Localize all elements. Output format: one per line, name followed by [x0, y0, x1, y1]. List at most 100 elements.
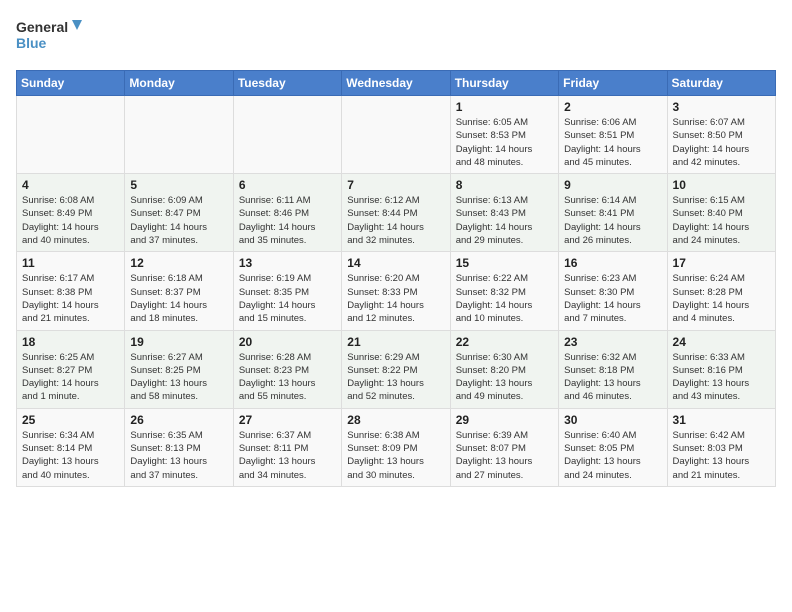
- day-number: 11: [22, 256, 119, 270]
- day-header-tuesday: Tuesday: [233, 71, 341, 96]
- calendar-cell: 3 Sunrise: 6:07 AM Sunset: 8:50 PM Daylig…: [667, 96, 775, 174]
- day-info: Sunrise: 6:11 AM Sunset: 8:46 PM Dayligh…: [239, 194, 336, 247]
- day-number: 1: [456, 100, 553, 114]
- day-number: 7: [347, 178, 444, 192]
- day-number: 6: [239, 178, 336, 192]
- svg-text:Blue: Blue: [16, 35, 47, 51]
- day-number: 10: [673, 178, 770, 192]
- day-info: Sunrise: 6:33 AM Sunset: 8:16 PM Dayligh…: [673, 351, 770, 404]
- day-number: 2: [564, 100, 661, 114]
- day-header-sunday: Sunday: [17, 71, 125, 96]
- calendar-cell: 16 Sunrise: 6:23 AM Sunset: 8:30 PM Dayli…: [559, 252, 667, 330]
- page-header: General Blue: [16, 16, 776, 58]
- day-info: Sunrise: 6:14 AM Sunset: 8:41 PM Dayligh…: [564, 194, 661, 247]
- day-info: Sunrise: 6:35 AM Sunset: 8:13 PM Dayligh…: [130, 429, 227, 482]
- day-info: Sunrise: 6:07 AM Sunset: 8:50 PM Dayligh…: [673, 116, 770, 169]
- day-info: Sunrise: 6:08 AM Sunset: 8:49 PM Dayligh…: [22, 194, 119, 247]
- day-info: Sunrise: 6:15 AM Sunset: 8:40 PM Dayligh…: [673, 194, 770, 247]
- day-info: Sunrise: 6:12 AM Sunset: 8:44 PM Dayligh…: [347, 194, 444, 247]
- day-number: 15: [456, 256, 553, 270]
- day-number: 17: [673, 256, 770, 270]
- day-info: Sunrise: 6:38 AM Sunset: 8:09 PM Dayligh…: [347, 429, 444, 482]
- day-info: Sunrise: 6:22 AM Sunset: 8:32 PM Dayligh…: [456, 272, 553, 325]
- day-info: Sunrise: 6:19 AM Sunset: 8:35 PM Dayligh…: [239, 272, 336, 325]
- day-info: Sunrise: 6:34 AM Sunset: 8:14 PM Dayligh…: [22, 429, 119, 482]
- calendar-cell: 19 Sunrise: 6:27 AM Sunset: 8:25 PM Dayli…: [125, 330, 233, 408]
- day-number: 26: [130, 413, 227, 427]
- calendar-cell: 23 Sunrise: 6:32 AM Sunset: 8:18 PM Dayli…: [559, 330, 667, 408]
- calendar-cell: 18 Sunrise: 6:25 AM Sunset: 8:27 PM Dayli…: [17, 330, 125, 408]
- calendar-cell: [17, 96, 125, 174]
- day-header-friday: Friday: [559, 71, 667, 96]
- calendar-cell: 24 Sunrise: 6:33 AM Sunset: 8:16 PM Dayli…: [667, 330, 775, 408]
- day-info: Sunrise: 6:37 AM Sunset: 8:11 PM Dayligh…: [239, 429, 336, 482]
- day-header-monday: Monday: [125, 71, 233, 96]
- day-info: Sunrise: 6:17 AM Sunset: 8:38 PM Dayligh…: [22, 272, 119, 325]
- day-number: 9: [564, 178, 661, 192]
- day-number: 24: [673, 335, 770, 349]
- calendar-cell: 14Sunrise: 6:20 AM Sunset: 8:33 PM Dayli…: [342, 252, 450, 330]
- logo: General Blue: [16, 16, 86, 58]
- logo-svg: General Blue: [16, 16, 86, 58]
- calendar-week-4: 18 Sunrise: 6:25 AM Sunset: 8:27 PM Dayli…: [17, 330, 776, 408]
- calendar-cell: 28 Sunrise: 6:38 AM Sunset: 8:09 PM Dayli…: [342, 408, 450, 486]
- day-number: 12: [130, 256, 227, 270]
- day-number: 28: [347, 413, 444, 427]
- day-number: 3: [673, 100, 770, 114]
- day-number: 25: [22, 413, 119, 427]
- day-number: 29: [456, 413, 553, 427]
- day-number: 30: [564, 413, 661, 427]
- calendar-cell: 5 Sunrise: 6:09 AM Sunset: 8:47 PM Daylig…: [125, 174, 233, 252]
- day-info: Sunrise: 6:24 AM Sunset: 8:28 PM Dayligh…: [673, 272, 770, 325]
- calendar-cell: 2 Sunrise: 6:06 AM Sunset: 8:51 PM Daylig…: [559, 96, 667, 174]
- day-number: 5: [130, 178, 227, 192]
- day-info: Sunrise: 6:32 AM Sunset: 8:18 PM Dayligh…: [564, 351, 661, 404]
- day-info: Sunrise: 6:30 AM Sunset: 8:20 PM Dayligh…: [456, 351, 553, 404]
- calendar-cell: 7 Sunrise: 6:12 AM Sunset: 8:44 PM Daylig…: [342, 174, 450, 252]
- day-number: 14: [347, 256, 444, 270]
- svg-text:General: General: [16, 19, 68, 35]
- calendar-table: SundayMondayTuesdayWednesdayThursdayFrid…: [16, 70, 776, 487]
- day-number: 19: [130, 335, 227, 349]
- day-info: Sunrise: 6:27 AM Sunset: 8:25 PM Dayligh…: [130, 351, 227, 404]
- day-info: Sunrise: 6:05 AM Sunset: 8:53 PM Dayligh…: [456, 116, 553, 169]
- day-info: Sunrise: 6:39 AM Sunset: 8:07 PM Dayligh…: [456, 429, 553, 482]
- day-number: 8: [456, 178, 553, 192]
- day-number: 18: [22, 335, 119, 349]
- calendar-cell: 20Sunrise: 6:28 AM Sunset: 8:23 PM Dayli…: [233, 330, 341, 408]
- calendar-cell: 10 Sunrise: 6:15 AM Sunset: 8:40 PM Dayli…: [667, 174, 775, 252]
- day-info: Sunrise: 6:40 AM Sunset: 8:05 PM Dayligh…: [564, 429, 661, 482]
- day-info: Sunrise: 6:25 AM Sunset: 8:27 PM Dayligh…: [22, 351, 119, 404]
- calendar-cell: 27 Sunrise: 6:37 AM Sunset: 8:11 PM Dayli…: [233, 408, 341, 486]
- calendar-cell: 15 Sunrise: 6:22 AM Sunset: 8:32 PM Dayli…: [450, 252, 558, 330]
- calendar-cell: 8 Sunrise: 6:13 AM Sunset: 8:43 PM Daylig…: [450, 174, 558, 252]
- day-number: 27: [239, 413, 336, 427]
- calendar-header-row: SundayMondayTuesdayWednesdayThursdayFrid…: [17, 71, 776, 96]
- calendar-cell: 13 Sunrise: 6:19 AM Sunset: 8:35 PM Dayli…: [233, 252, 341, 330]
- day-number: 16: [564, 256, 661, 270]
- calendar-week-3: 11 Sunrise: 6:17 AM Sunset: 8:38 PM Dayli…: [17, 252, 776, 330]
- calendar-cell: 6 Sunrise: 6:11 AM Sunset: 8:46 PM Daylig…: [233, 174, 341, 252]
- day-info: Sunrise: 6:29 AM Sunset: 8:22 PM Dayligh…: [347, 351, 444, 404]
- day-header-saturday: Saturday: [667, 71, 775, 96]
- day-number: 4: [22, 178, 119, 192]
- day-info: Sunrise: 6:23 AM Sunset: 8:30 PM Dayligh…: [564, 272, 661, 325]
- day-info: Sunrise: 6:13 AM Sunset: 8:43 PM Dayligh…: [456, 194, 553, 247]
- calendar-cell: 26 Sunrise: 6:35 AM Sunset: 8:13 PM Dayli…: [125, 408, 233, 486]
- day-info: Sunrise: 6:18 AM Sunset: 8:37 PM Dayligh…: [130, 272, 227, 325]
- calendar-cell: [125, 96, 233, 174]
- calendar-cell: 4 Sunrise: 6:08 AM Sunset: 8:49 PM Daylig…: [17, 174, 125, 252]
- day-header-thursday: Thursday: [450, 71, 558, 96]
- day-number: 21: [347, 335, 444, 349]
- calendar-cell: 31Sunrise: 6:42 AM Sunset: 8:03 PM Dayli…: [667, 408, 775, 486]
- calendar-cell: 12 Sunrise: 6:18 AM Sunset: 8:37 PM Dayli…: [125, 252, 233, 330]
- day-info: Sunrise: 6:09 AM Sunset: 8:47 PM Dayligh…: [130, 194, 227, 247]
- day-number: 23: [564, 335, 661, 349]
- calendar-week-5: 25 Sunrise: 6:34 AM Sunset: 8:14 PM Dayli…: [17, 408, 776, 486]
- day-info: Sunrise: 6:06 AM Sunset: 8:51 PM Dayligh…: [564, 116, 661, 169]
- calendar-cell: 17 Sunrise: 6:24 AM Sunset: 8:28 PM Dayli…: [667, 252, 775, 330]
- calendar-cell: 9 Sunrise: 6:14 AM Sunset: 8:41 PM Daylig…: [559, 174, 667, 252]
- day-number: 13: [239, 256, 336, 270]
- calendar-cell: 11 Sunrise: 6:17 AM Sunset: 8:38 PM Dayli…: [17, 252, 125, 330]
- calendar-cell: 29 Sunrise: 6:39 AM Sunset: 8:07 PM Dayli…: [450, 408, 558, 486]
